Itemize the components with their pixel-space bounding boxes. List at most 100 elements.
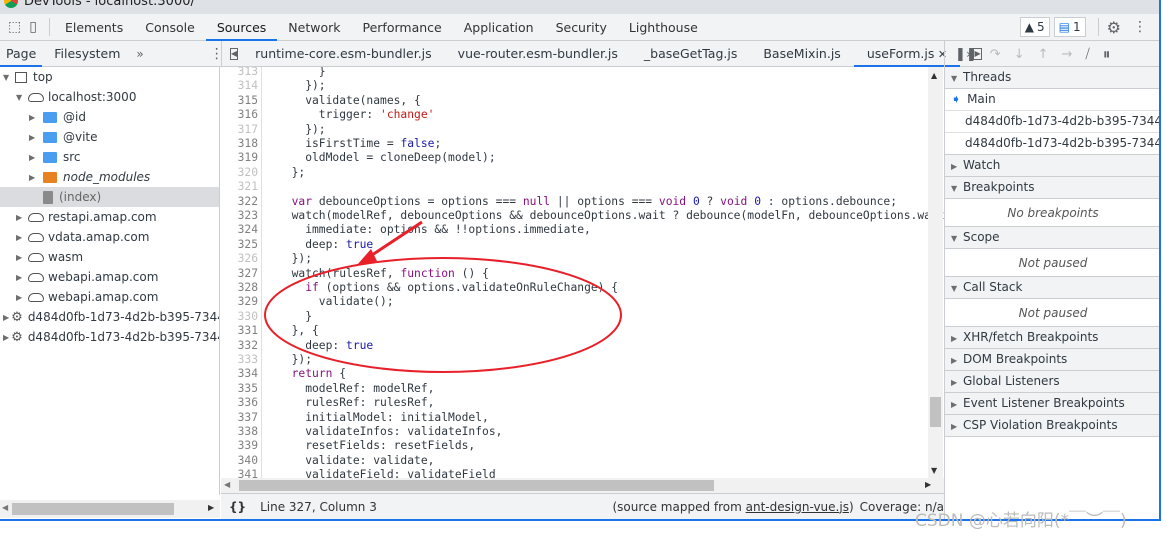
tree-item[interactable]: ▶ webapi.amap.com (0, 267, 219, 287)
section-csp-violation-breakpoints[interactable]: ▶ CSP Violation Breakpoints (945, 415, 1159, 437)
tab-performance[interactable]: Performance (352, 14, 453, 41)
messages-count: 1 (1073, 20, 1081, 34)
scope-header[interactable]: ▼ Scope (945, 227, 1159, 249)
collapsed-arrow-icon[interactable]: ▶ (3, 313, 9, 322)
more-tabs-chevron-icon[interactable]: » (136, 47, 143, 61)
tree-item[interactable]: ▶ restapi.amap.com (0, 207, 219, 227)
file-tab[interactable]: _baseGetTag.js (631, 41, 750, 67)
settings-gear-icon[interactable]: ⚙ (1107, 18, 1121, 37)
inspect-element-icon[interactable]: ⬚ (8, 19, 21, 35)
tab-elements[interactable]: Elements (54, 14, 134, 41)
expanded-arrow-icon[interactable]: ▼ (16, 93, 26, 102)
scroll-left-icon[interactable]: ◀ (224, 480, 230, 489)
expanded-arrow-icon: ▼ (951, 234, 958, 243)
section-event-listener-breakpoints[interactable]: ▶ Event Listener Breakpoints (945, 393, 1159, 415)
collapsed-arrow-icon[interactable]: ▶ (3, 333, 9, 342)
tree-item[interactable]: ▶ webapi.amap.com (0, 287, 219, 307)
navigator-horizontal-scrollbar[interactable]: ◀ ▶ (0, 500, 220, 518)
source-map-link[interactable]: ant-design-vue.js (746, 500, 849, 514)
tree-item[interactable]: ▶ wasm (0, 247, 219, 267)
section-global-listeners[interactable]: ▶ Global Listeners (945, 371, 1159, 393)
scrollbar-thumb[interactable] (12, 503, 174, 515)
collapsed-arrow-icon[interactable]: ▶ (29, 133, 39, 142)
tab-lighthouse[interactable]: Lighthouse (618, 14, 709, 41)
thread-item[interactable]: d484d0fb-1d73-4d2b-b395-7344... (945, 133, 1159, 155)
current-thread-arrow-icon: ➧ (951, 92, 962, 106)
file-tabs: ◀ runtime-core.esm-bundler.js vue-router.… (221, 41, 982, 67)
watermark: CSDN @心若向阳(*￣︶￣) (915, 511, 1127, 531)
expanded-arrow-icon[interactable]: ▼ (3, 73, 13, 82)
step-into-icon[interactable]: ↓ (1014, 47, 1025, 62)
call-stack-header[interactable]: ▼ Call Stack (945, 277, 1159, 299)
step-icon[interactable]: → (1062, 47, 1073, 62)
editor-vertical-scrollbar[interactable]: ▲ ▼ (928, 67, 943, 478)
scroll-left-icon[interactable]: ◀ (2, 503, 8, 512)
tree-item[interactable]: ▶ ⚙ d484d0fb-1d73-4d2b-b395-7344ba (0, 327, 219, 347)
tree-item-label: webapi.amap.com (48, 270, 159, 284)
collapsed-arrow-icon[interactable]: ▶ (16, 213, 26, 222)
editor-horizontal-scrollbar[interactable]: ◀ ▶ (221, 478, 944, 493)
tree-item[interactable]: ▶ node_modules (0, 167, 219, 187)
thread-main[interactable]: ➧ Main (945, 89, 1159, 111)
tree-item[interactable]: ▶ vdata.amap.com (0, 227, 219, 247)
scroll-down-icon[interactable]: ▼ (931, 466, 937, 475)
thread-item[interactable]: d484d0fb-1d73-4d2b-b395-7344... (945, 111, 1159, 133)
warnings-badge[interactable]: ▲ 5 (1019, 17, 1050, 37)
navigator-tabs: Page Filesystem » ⋮ (0, 41, 224, 67)
scrollbar-thumb[interactable] (239, 480, 714, 491)
threads-header[interactable]: ▼ Threads (945, 67, 1159, 89)
collapsed-arrow-icon[interactable]: ▶ (29, 173, 39, 182)
collapsed-arrow-icon[interactable]: ▶ (29, 113, 39, 122)
tree-item[interactable]: ▶ ⚙ d484d0fb-1d73-4d2b-b395-7344ba (0, 307, 219, 327)
watch-header[interactable]: ▶ Watch (945, 155, 1159, 177)
scroll-right-icon[interactable]: ▶ (925, 480, 931, 489)
pause-on-exceptions-icon[interactable]: ⏸ (1103, 45, 1111, 63)
breakpoints-header[interactable]: ▼ Breakpoints (945, 177, 1159, 199)
pause-icon[interactable]: ❚❚ (955, 47, 977, 62)
tree-item-label: top (33, 70, 53, 84)
collapsed-arrow-icon[interactable]: ▶ (16, 293, 26, 302)
scroll-right-icon[interactable]: ▶ (208, 503, 214, 512)
tree-item[interactable]: ▼ top (0, 67, 219, 87)
deactivate-breakpoints-icon[interactable]: ⧸ (1085, 47, 1089, 62)
code-editor[interactable]: 313 } 314 }); 315 validate(names, {316 tri… (221, 67, 944, 478)
tab-network[interactable]: Network (277, 14, 351, 41)
file-tab[interactable]: BaseMixin.js (750, 41, 853, 67)
toggle-navigator-icon[interactable]: ◀ (230, 48, 239, 60)
scrollbar-thumb[interactable] (930, 397, 941, 427)
tree-item-label: webapi.amap.com (48, 290, 159, 304)
scroll-up-icon[interactable]: ▲ (931, 71, 937, 80)
collapsed-arrow-icon[interactable]: ▶ (16, 273, 26, 282)
tree-item[interactable]: ▶ src (0, 147, 219, 167)
collapsed-arrow-icon[interactable]: ▶ (16, 253, 26, 262)
tab-filesystem[interactable]: Filesystem (48, 41, 126, 67)
tab-security[interactable]: Security (545, 14, 618, 41)
file-navigator-tree: ▼ top ▼ localhost:3000 ▶ @id ▶ @vite ▶ src ▶ node_m… (0, 67, 220, 495)
messages-badge[interactable]: ▤ 1 (1053, 17, 1086, 37)
step-out-icon[interactable]: ↑ (1038, 47, 1049, 62)
cloud-domain-icon (28, 272, 44, 282)
step-over-icon[interactable]: ↷ (990, 47, 1001, 62)
file-tab[interactable]: runtime-core.esm-bundler.js (242, 41, 445, 67)
frame-icon (15, 71, 27, 83)
pretty-print-icon[interactable]: {} (229, 500, 246, 514)
message-icon: ▤ (1058, 20, 1071, 34)
worker-gear-icon: ⚙ (11, 309, 23, 325)
section-dom-breakpoints[interactable]: ▶ DOM Breakpoints (945, 349, 1159, 371)
tab-console[interactable]: Console (134, 14, 206, 41)
collapsed-arrow-icon: ▶ (951, 378, 958, 387)
tab-sources[interactable]: Sources (205, 14, 278, 41)
tree-item[interactable]: (index) (0, 187, 219, 207)
device-toolbar-icon[interactable]: ▯ (29, 19, 37, 35)
file-tab[interactable]: vue-router.esm-bundler.js (445, 41, 631, 67)
section-xhr-fetch-breakpoints[interactable]: ▶ XHR/fetch Breakpoints (945, 327, 1159, 349)
tree-item[interactable]: ▶ @id (0, 107, 219, 127)
tree-item[interactable]: ▼ localhost:3000 (0, 87, 219, 107)
tree-item[interactable]: ▶ @vite (0, 127, 219, 147)
tab-application[interactable]: Application (453, 14, 545, 41)
collapsed-arrow-icon[interactable]: ▶ (29, 153, 39, 162)
tree-item-label: (index) (59, 190, 102, 204)
collapsed-arrow-icon[interactable]: ▶ (16, 233, 26, 242)
more-options-icon[interactable]: ⋮ (1133, 19, 1147, 35)
tab-page[interactable]: Page (0, 41, 43, 67)
